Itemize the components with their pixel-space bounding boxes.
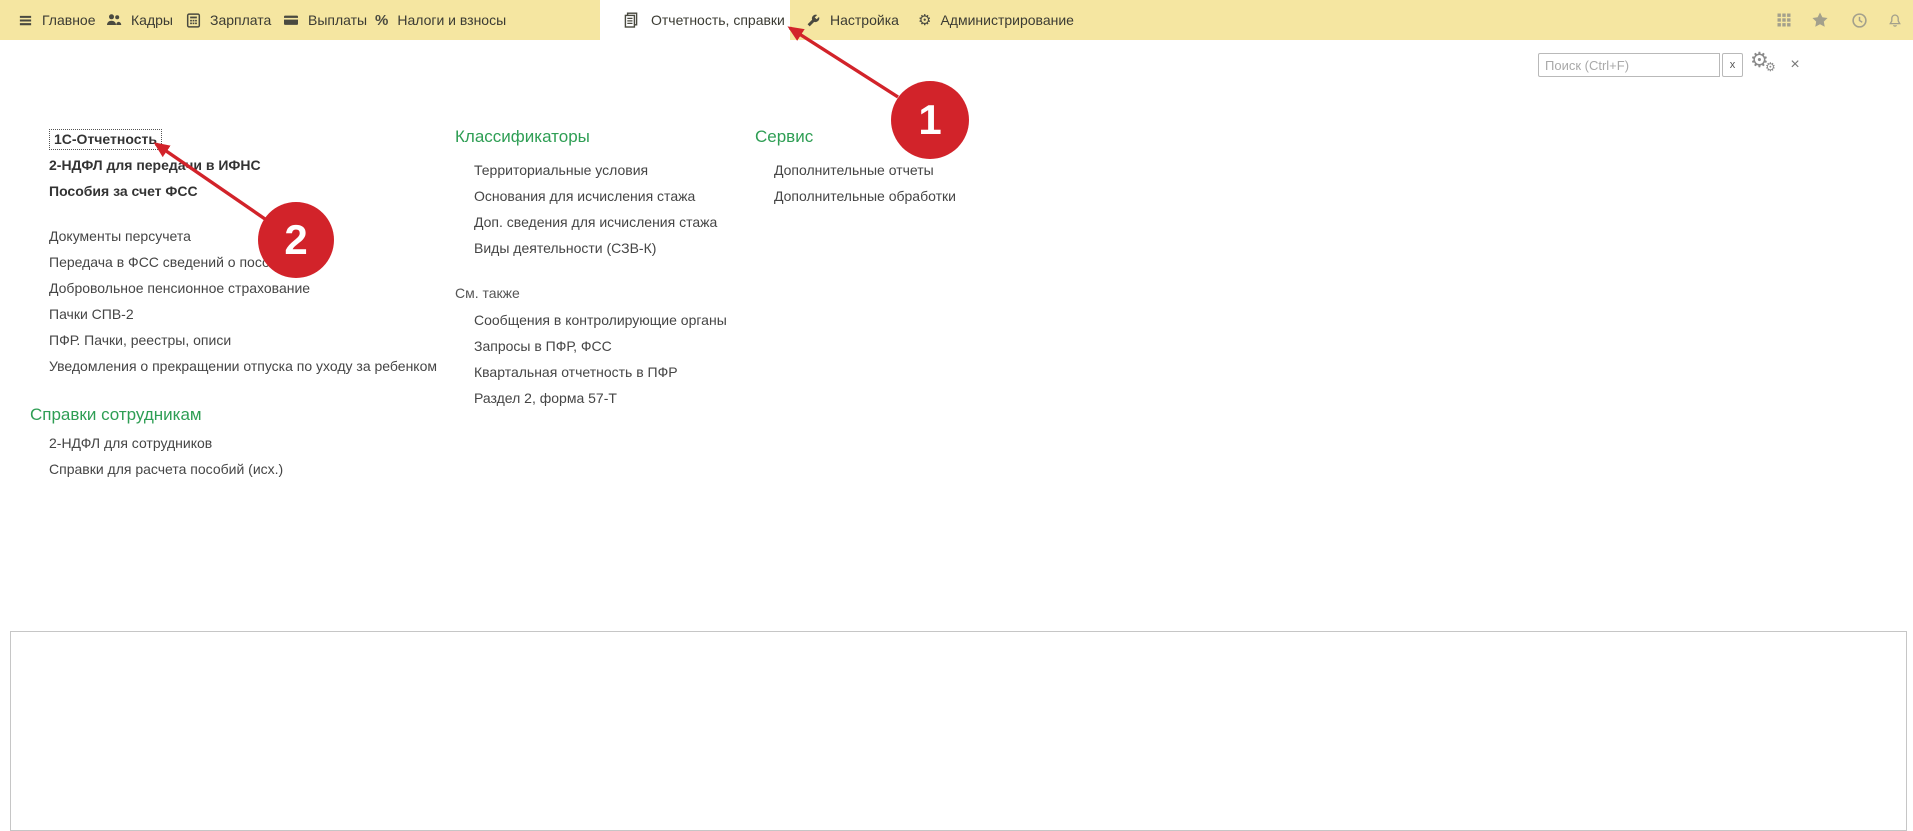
card-icon bbox=[283, 12, 299, 28]
menu-item-label: Выплаты bbox=[308, 12, 367, 28]
left-column: 1С-Отчетность 2-НДФЛ для передачи в ИФНС… bbox=[30, 126, 430, 482]
link-dopolnitelnye-obrabotki[interactable]: Дополнительные обработки bbox=[755, 183, 1055, 209]
search-clear-button[interactable]: x bbox=[1722, 53, 1743, 77]
link-territorialnye-usloviya[interactable]: Территориальные условия bbox=[455, 157, 785, 183]
menu-item-administrirovanie[interactable]: ⚙ Администрирование bbox=[918, 0, 1074, 40]
menu-item-label: Администрирование bbox=[940, 12, 1074, 28]
percent-icon: % bbox=[375, 12, 388, 29]
link-osnovaniya-stazha[interactable]: Основания для исчисления стажа bbox=[455, 183, 785, 209]
link-kvartalnaya-otchetnost[interactable]: Квартальная отчетность в ПФР bbox=[455, 359, 785, 385]
menu-item-otchetnost-active[interactable]: Отчетность, справки bbox=[623, 0, 785, 40]
link-posobiya-fss[interactable]: Пособия за счет ФСС bbox=[30, 178, 430, 204]
menu-item-label: Кадры bbox=[131, 12, 173, 28]
link-dobrovolnoe-strahovanie[interactable]: Добровольное пенсионное страхование bbox=[30, 275, 430, 301]
link-razdel2-forma57t[interactable]: Раздел 2, форма 57-Т bbox=[455, 385, 785, 411]
link-dopolnitelnye-otchety[interactable]: Дополнительные отчеты bbox=[755, 157, 1055, 183]
link-peredacha-fss[interactable]: Передача в ФСС сведений о пособиях bbox=[30, 249, 430, 275]
gear-icon: ⚙ bbox=[918, 12, 931, 28]
link-dop-svedeniya-stazha[interactable]: Доп. сведения для исчисления стажа bbox=[455, 209, 785, 235]
notifications-bell-icon[interactable] bbox=[1886, 11, 1904, 29]
step-badge-1: 1 bbox=[891, 81, 969, 159]
menu-item-nalogi[interactable]: % Налоги и взносы bbox=[375, 0, 506, 40]
link-pachki-spv2[interactable]: Пачки СПВ-2 bbox=[30, 301, 430, 327]
gear-small-glyph: ⚙ bbox=[1765, 60, 1776, 74]
section-title-sm-takzhe: См. также bbox=[455, 280, 785, 306]
link-spravki-rascheta-posobiy[interactable]: Справки для расчета пособий (исх.) bbox=[30, 456, 430, 482]
people-icon bbox=[106, 12, 122, 28]
step-badge-2: 2 bbox=[258, 202, 334, 278]
grid-apps-icon[interactable] bbox=[1775, 11, 1793, 29]
empty-content-panel bbox=[10, 631, 1907, 831]
menu-item-label: Отчетность, справки bbox=[651, 12, 785, 28]
menu-item-kadry[interactable]: Кадры bbox=[106, 0, 173, 40]
menu-item-vyplaty[interactable]: Выплаты bbox=[283, 0, 367, 40]
menu-item-zarplata[interactable]: Зарплата bbox=[186, 0, 271, 40]
link-soobscheniya-organy[interactable]: Сообщения в контролирующие органы bbox=[455, 307, 785, 333]
settings-gears-icon[interactable]: ⚙ ⚙ bbox=[1750, 48, 1780, 78]
link-pfr-pachki[interactable]: ПФР. Пачки, реестры, описи bbox=[30, 327, 430, 353]
menu-item-nastroyka[interactable]: Настройка bbox=[806, 0, 899, 40]
link-1c-otchetnost[interactable]: 1С-Отчетность bbox=[30, 126, 430, 152]
menu-item-label: Главное bbox=[42, 12, 96, 28]
history-icon[interactable] bbox=[1850, 11, 1868, 29]
link-uvedomleniya-otpusk[interactable]: Уведомления о прекращении отпуска по ухо… bbox=[30, 353, 430, 379]
link-2ndfl-sotrudnikov[interactable]: 2-НДФЛ для сотрудников bbox=[30, 430, 430, 456]
link-dokumenty-persucheta[interactable]: Документы персучета bbox=[30, 223, 430, 249]
middle-column: Классификаторы Территориальные условия О… bbox=[455, 124, 785, 411]
focused-item-box: 1С-Отчетность bbox=[49, 129, 162, 150]
wrench-icon bbox=[806, 13, 821, 28]
search-input[interactable] bbox=[1538, 53, 1720, 77]
top-menu-bar: Главное Кадры Зарплата Выплаты % Налоги … bbox=[0, 0, 1913, 40]
link-vidy-deyatelnosti[interactable]: Виды деятельности (СЗВ-К) bbox=[455, 235, 785, 261]
menu-item-label: Настройка bbox=[830, 12, 899, 28]
menu-item-label: Зарплата bbox=[210, 12, 271, 28]
hamburger-icon bbox=[18, 13, 33, 28]
favorites-star-icon[interactable] bbox=[1811, 11, 1829, 29]
section-title-klassifikatory: Классификаторы bbox=[455, 124, 785, 150]
link-2ndfl-ifns[interactable]: 2-НДФЛ для передачи в ИФНС bbox=[30, 152, 430, 178]
menu-item-label: Налоги и взносы bbox=[397, 12, 506, 28]
close-panel-icon[interactable]: × bbox=[1786, 53, 1804, 77]
menu-item-glavnoe[interactable]: Главное bbox=[18, 0, 96, 40]
link-zaprosy-pfr-fss[interactable]: Запросы в ПФР, ФСС bbox=[455, 333, 785, 359]
calculator-icon bbox=[186, 13, 201, 28]
documents-icon bbox=[623, 12, 639, 28]
section-title-spravki-sotrudnikam: Справки сотрудникам bbox=[30, 400, 430, 430]
